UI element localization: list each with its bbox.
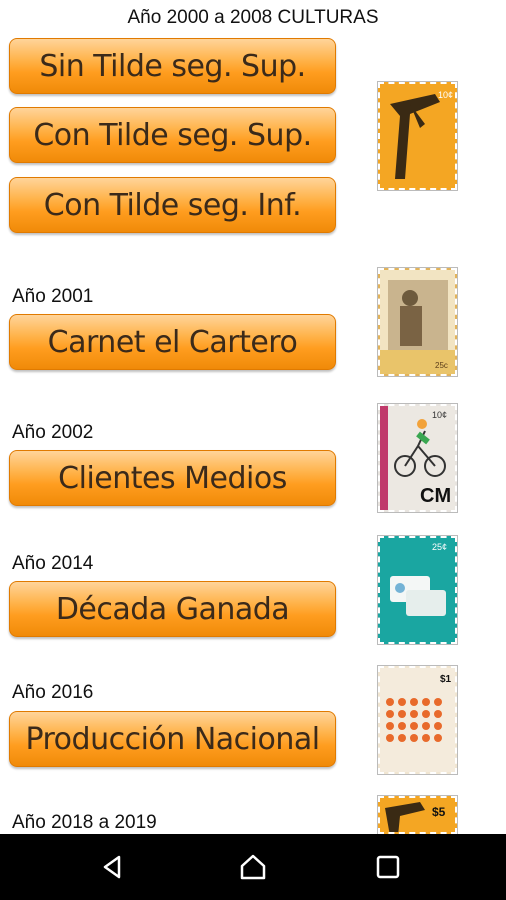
navigation-bar — [0, 834, 506, 900]
stamp-5-value: $5 — [432, 805, 446, 819]
stamp-clientes-medios-image: 10¢ CM — [377, 403, 458, 513]
clientes-medios-button[interactable]: Clientes Medios — [9, 450, 336, 506]
stamp-1-value: 25c — [435, 361, 448, 370]
stamp-cartero-image: 25c — [377, 267, 458, 377]
con-tilde-seg-sup-button[interactable]: Con Tilde seg. Sup. — [9, 107, 336, 163]
year-label-2001: Año 2001 — [12, 286, 94, 307]
stamp-4-value: $1 — [440, 674, 452, 685]
stamp-produccion-nacional-image: $1 — [377, 665, 458, 775]
stamp-3-value: 25¢ — [432, 542, 447, 552]
stamp-2018-image: $5 — [377, 795, 458, 835]
year-label-2002: Año 2002 — [12, 422, 94, 443]
stamp-0-value: 10¢ — [438, 90, 453, 100]
home-icon[interactable] — [213, 834, 293, 900]
year-label-2014: Año 2014 — [12, 553, 94, 574]
stamp-2-cm: CM — [420, 485, 451, 507]
back-icon[interactable] — [73, 834, 153, 900]
year-label-2018-2019: Año 2018 a 2019 — [12, 812, 157, 833]
sin-tilde-seg-sup-button[interactable]: Sin Tilde seg. Sup. — [9, 38, 336, 94]
stamp-culturas-image: 10¢ — [377, 81, 458, 191]
stamp-decada-ganada-image: 25¢ — [377, 535, 458, 645]
year-label-2016: Año 2016 — [12, 682, 94, 703]
carnet-el-cartero-button[interactable]: Carnet el Cartero — [9, 314, 336, 370]
decada-ganada-button[interactable]: Década Ganada — [9, 581, 336, 637]
stamp-2-value: 10¢ — [432, 410, 447, 420]
recents-icon[interactable] — [348, 834, 428, 900]
con-tilde-seg-inf-button[interactable]: Con Tilde seg. Inf. — [9, 177, 336, 233]
produccion-nacional-button[interactable]: Producción Nacional — [9, 711, 336, 767]
page-title: Año 2000 a 2008 CULTURAS — [127, 7, 379, 28]
